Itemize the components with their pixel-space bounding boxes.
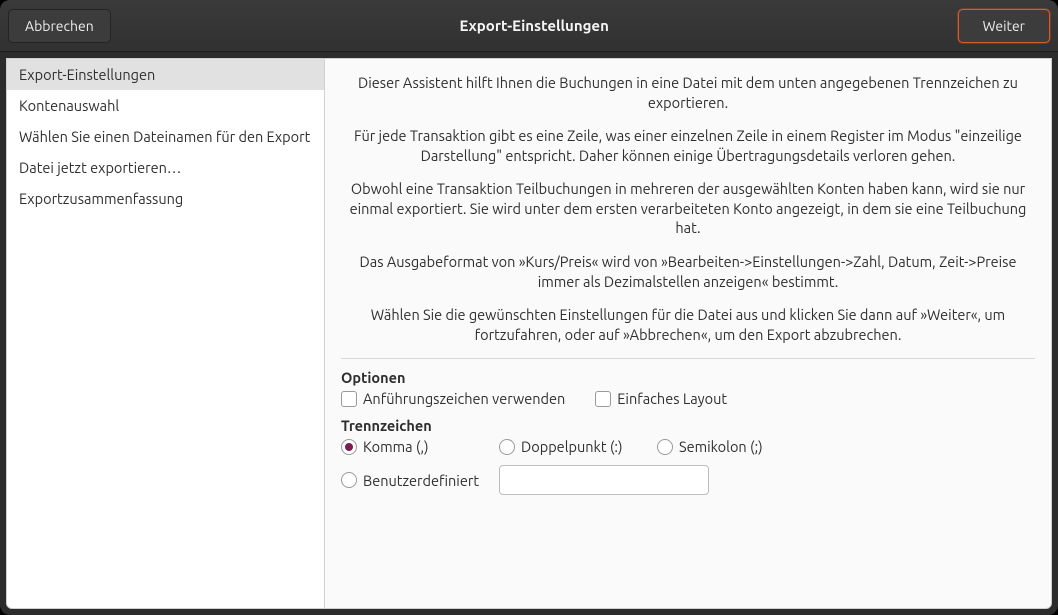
options-section: Optionen Anführungszeichen verwenden Ein… (341, 369, 1035, 407)
use-quotes-checkbox[interactable] (341, 391, 357, 407)
separator-comma-option[interactable]: Komma (,) (341, 438, 491, 455)
separator-semicolon-radio[interactable] (657, 439, 673, 455)
sidebar-item-export-settings[interactable]: Export-Einstellungen (7, 59, 324, 90)
wizard-sidebar: Export-Einstellungen Kontenauswahl Wähle… (7, 59, 325, 608)
separator-semicolon-label: Semikolon (;) (679, 438, 763, 455)
sidebar-item-export-summary[interactable]: Exportzusammenfassung (7, 183, 324, 214)
separator-colon-radio[interactable] (499, 439, 515, 455)
description-paragraph: Wählen Sie die gewünschten Einstellungen… (341, 305, 1035, 344)
use-quotes-option[interactable]: Anführungszeichen verwenden (341, 390, 565, 407)
simple-layout-checkbox[interactable] (595, 391, 611, 407)
sidebar-item-export-now[interactable]: Datei jetzt exportieren… (7, 152, 324, 183)
cancel-button[interactable]: Abbrechen (8, 9, 111, 43)
separator-custom-input[interactable] (499, 465, 709, 495)
description-paragraph: Dieser Assistent hilft Ihnen die Buchung… (341, 73, 1035, 112)
separator-custom-label: Benutzerdefiniert (363, 472, 479, 489)
dialog-title: Export-Einstellungen (111, 17, 958, 34)
simple-layout-option[interactable]: Einfaches Layout (595, 390, 727, 407)
main-panel: Dieser Assistent hilft Ihnen die Buchung… (325, 59, 1051, 608)
description-paragraph: Für jede Transaktion gibt es eine Zeile,… (341, 126, 1035, 165)
separator-comma-radio[interactable] (341, 439, 357, 455)
use-quotes-label: Anführungszeichen verwenden (363, 390, 565, 407)
separator-heading: Trennzeichen (341, 417, 1035, 434)
description-text: Dieser Assistent hilft Ihnen die Buchung… (341, 73, 1035, 344)
export-settings-dialog: Abbrechen Export-Einstellungen Weiter Ex… (0, 0, 1058, 615)
options-heading: Optionen (341, 369, 1035, 386)
description-paragraph: Das Ausgabeformat von »Kurs/Preis« wird … (341, 252, 1035, 291)
separator-custom-option[interactable]: Benutzerdefiniert (341, 472, 491, 489)
separator-section: Trennzeichen Komma (,) Doppelpunkt (:) S… (341, 417, 1035, 495)
sidebar-item-account-selection[interactable]: Kontenauswahl (7, 90, 324, 121)
separator-colon-option[interactable]: Doppelpunkt (:) (499, 438, 649, 455)
separator-colon-label: Doppelpunkt (:) (521, 438, 623, 455)
sidebar-item-choose-filename[interactable]: Wählen Sie einen Dateinamen für den Expo… (7, 121, 324, 152)
simple-layout-label: Einfaches Layout (617, 390, 727, 407)
separator-comma-label: Komma (,) (363, 438, 429, 455)
divider (341, 358, 1035, 359)
separator-custom-radio[interactable] (341, 472, 357, 488)
next-button[interactable]: Weiter (958, 9, 1050, 43)
separator-semicolon-option[interactable]: Semikolon (;) (657, 438, 807, 455)
description-paragraph: Obwohl eine Transaktion Teilbuchungen in… (341, 179, 1035, 238)
content-area: Export-Einstellungen Kontenauswahl Wähle… (6, 58, 1052, 609)
titlebar: Abbrechen Export-Einstellungen Weiter (0, 0, 1058, 52)
